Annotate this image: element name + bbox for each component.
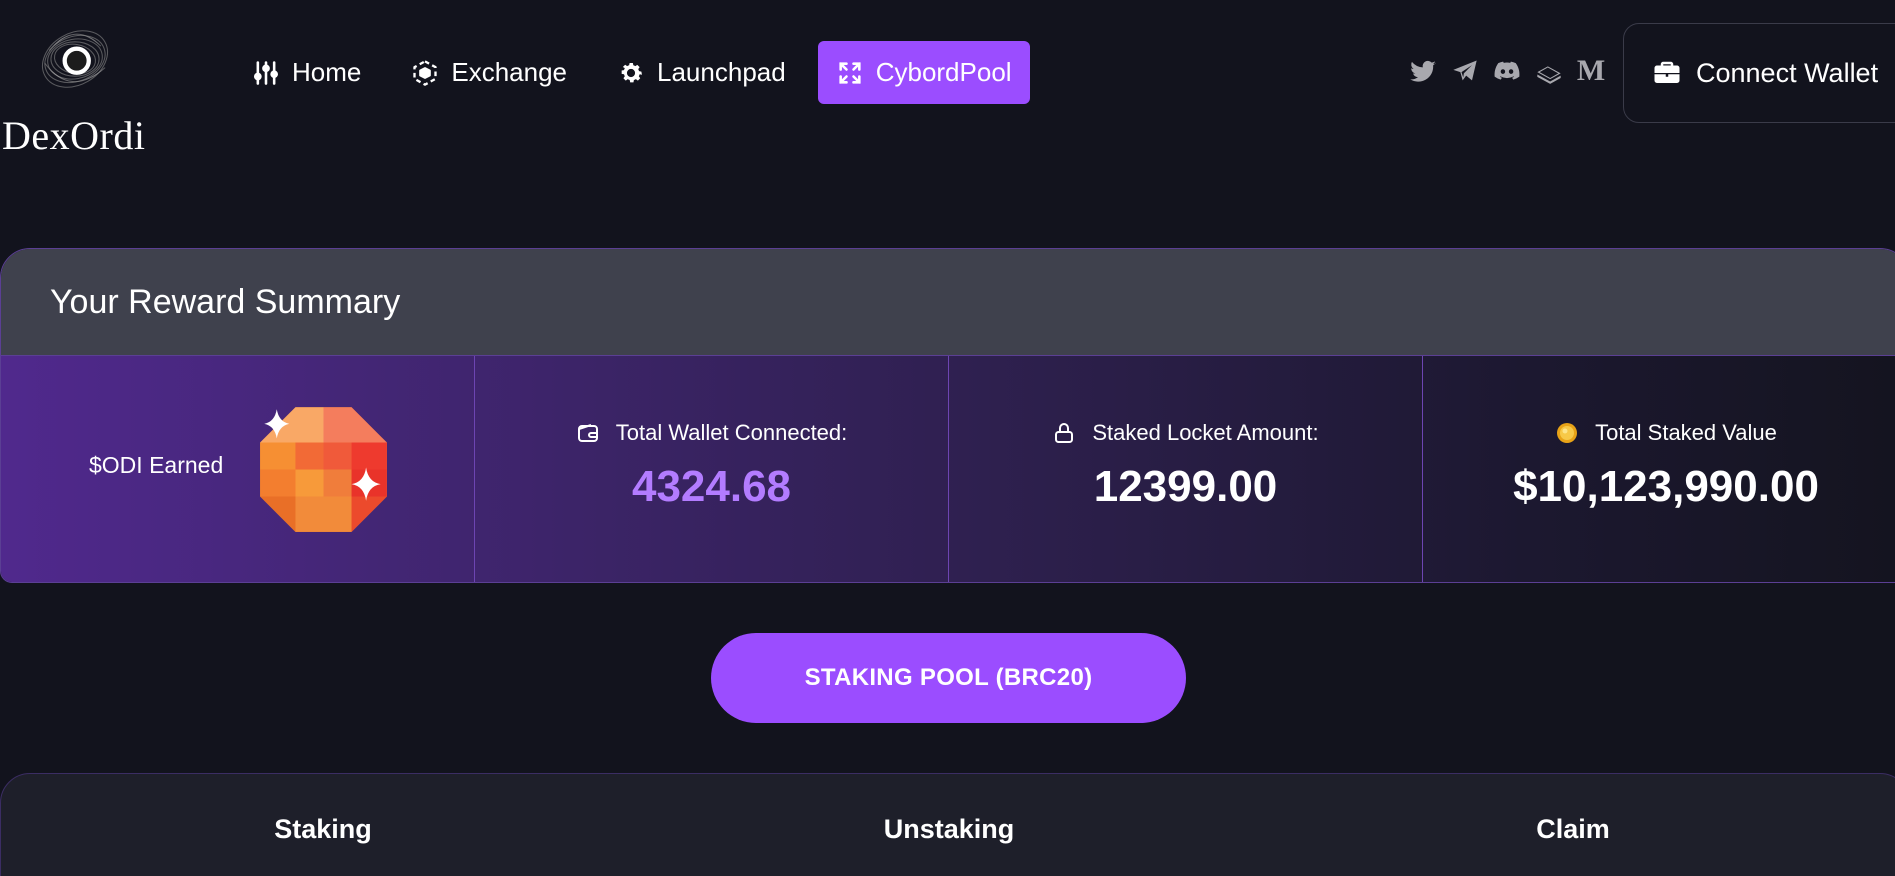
- staking-pool-button[interactable]: STAKING POOL (BRC20): [711, 633, 1186, 723]
- social-links: M: [1408, 56, 1606, 86]
- nav-item-launchpad[interactable]: Launchpad: [599, 41, 804, 104]
- nav-label-exchange: Exchange: [451, 57, 568, 87]
- tab-unstaking[interactable]: Unstaking: [884, 814, 1015, 845]
- briefcase-icon: [1654, 61, 1680, 83]
- stat-staked-locket-amount: Staked Locket Amount: 12399.00: [949, 356, 1423, 582]
- nav-label-launchpad: Launchpad: [657, 57, 786, 87]
- wallet-icon: [577, 424, 598, 442]
- nav-item-home[interactable]: Home: [234, 41, 379, 104]
- tab-claim[interactable]: Claim: [1536, 814, 1610, 845]
- stat-value-wallet: 4324.68: [631, 462, 792, 511]
- staking-tabs-panel: Staking Unstaking Claim: [0, 773, 1895, 876]
- discord-link[interactable]: [1492, 56, 1522, 86]
- stat-title-locked: Staked Locket Amount:: [949, 420, 1422, 446]
- stat-title-wallet-label: Total Wallet Connected:: [615, 420, 848, 445]
- logo[interactable]: DexOrdi: [0, 14, 150, 158]
- sliders-icon: [253, 60, 279, 85]
- telegram-link[interactable]: [1450, 56, 1480, 86]
- stat-total-staked-value: Total Staked Value $10,123,990.00: [1423, 356, 1895, 582]
- stat-title-wallet: Total Wallet Connected:: [475, 420, 948, 446]
- stat-value-total: $10,123,990.00: [1513, 462, 1819, 511]
- connect-wallet-label: Connect Wallet: [1696, 57, 1879, 88]
- nav-label-home: Home: [292, 57, 362, 87]
- gitbook-icon: [1537, 66, 1561, 84]
- reward-summary-stats: $ODI Earned Total Wallet Connected: 4324…: [1, 356, 1895, 582]
- gitbook-link[interactable]: [1534, 56, 1564, 86]
- stat-title-value: Total Staked Value: [1423, 420, 1895, 446]
- coin-icon: [1557, 423, 1578, 443]
- expand-icon: [839, 61, 861, 84]
- tab-staking[interactable]: Staking: [274, 814, 372, 845]
- stat-value-locked: 12399.00: [1093, 462, 1278, 511]
- reward-summary-title: Your Reward Summary: [50, 282, 401, 321]
- stat-odi-earned: $ODI Earned: [1, 356, 475, 582]
- page: DexOrdi Home Exchange Launchpad CybordPo…: [0, 0, 1895, 876]
- medium-icon: M: [1576, 54, 1606, 87]
- nav-item-exchange[interactable]: Exchange: [393, 41, 585, 104]
- logo-text: DexOrdi: [2, 113, 146, 158]
- twitter-icon: [1410, 60, 1436, 82]
- cube-icon: [413, 59, 438, 86]
- telegram-icon: [1453, 60, 1477, 81]
- stat-title-value-label: Total Staked Value: [1595, 420, 1777, 445]
- nav-item-cybordpool[interactable]: CybordPool: [817, 41, 1030, 104]
- odi-earned-label: $ODI Earned: [89, 452, 224, 478]
- reward-summary-card: Your Reward Summary $ODI Earned Total Wa…: [0, 248, 1895, 583]
- gear-icon: [621, 62, 642, 82]
- stat-title-locked-label: Staked Locket Amount:: [1092, 420, 1319, 445]
- reward-summary-header: Your Reward Summary: [1, 249, 1895, 356]
- gem-icon: [260, 407, 387, 532]
- stat-total-wallet-connected: Total Wallet Connected: 4324.68: [475, 356, 949, 582]
- lock-icon: [1055, 423, 1074, 443]
- discord-icon: [1494, 61, 1520, 80]
- twitter-link[interactable]: [1408, 56, 1438, 86]
- main-nav: Home Exchange Launchpad CybordPool: [234, 41, 1030, 104]
- connect-wallet-button[interactable]: Connect Wallet: [1623, 23, 1895, 123]
- medium-link[interactable]: M: [1576, 56, 1606, 86]
- logo-mark-icon: [42, 30, 108, 88]
- nav-label-cybordpool: CybordPool: [875, 57, 1012, 87]
